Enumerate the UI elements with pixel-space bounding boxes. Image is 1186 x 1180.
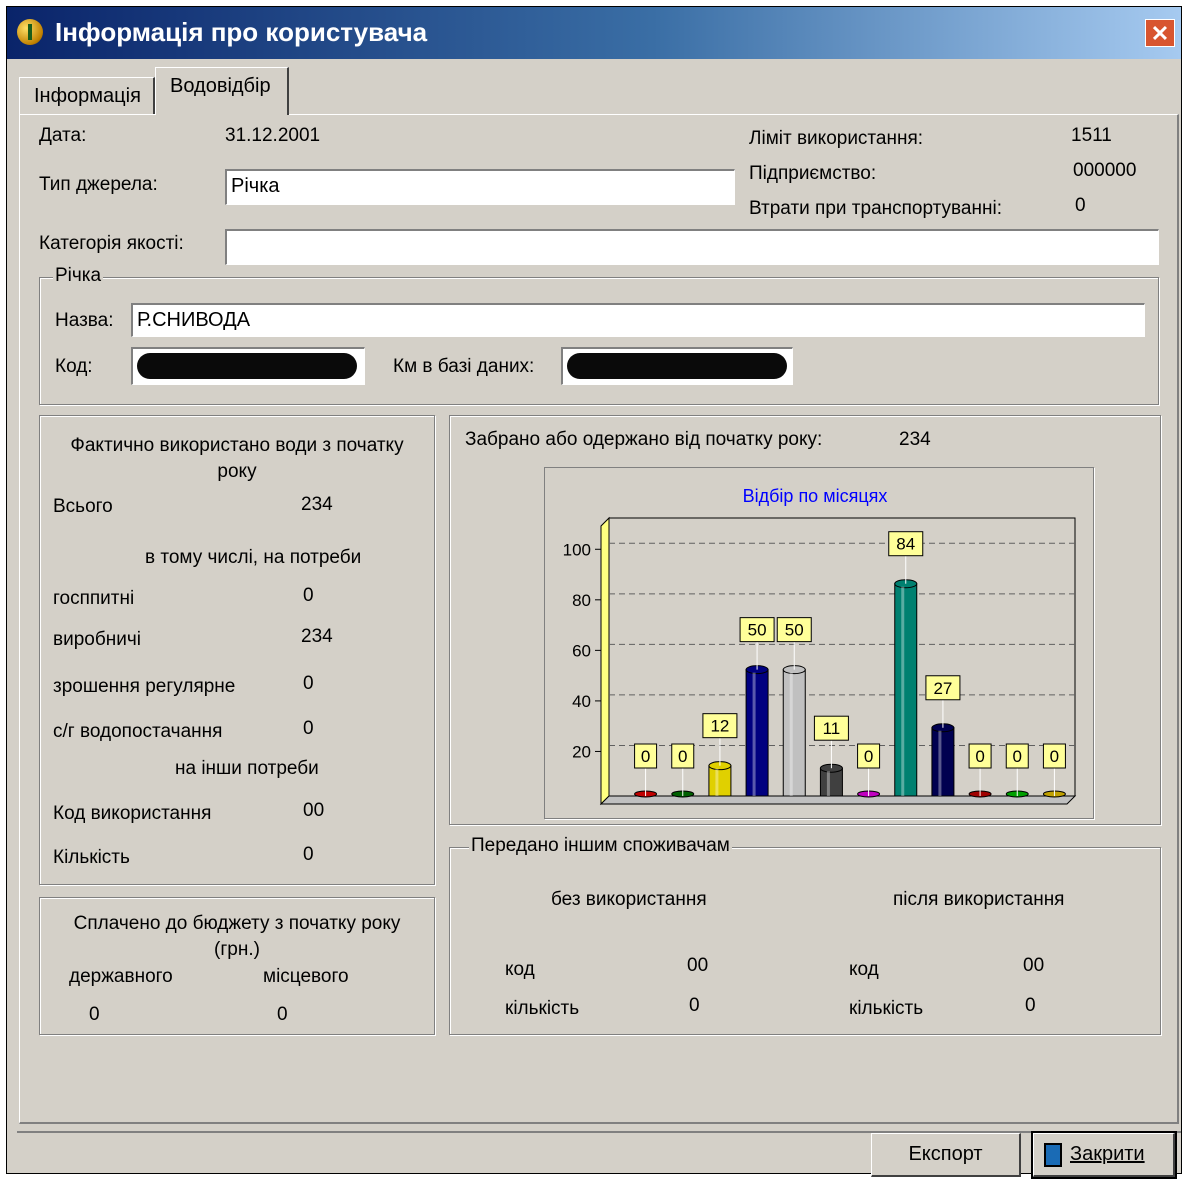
agri-value: 0 — [303, 718, 314, 739]
tab-water-intake[interactable]: Водовідбір — [155, 67, 289, 115]
close-button-label: Закрити — [1070, 1143, 1145, 1165]
enterprise-label: Підприємство: — [749, 163, 877, 184]
chart-title: Відбір по місяцях — [743, 486, 888, 506]
chart-data-label: 0 — [641, 747, 650, 766]
quantity-value: 0 — [303, 844, 314, 865]
door-icon — [1044, 1142, 1062, 1167]
chart-data-label: 12 — [710, 717, 729, 736]
river-group-title: Річка — [53, 265, 104, 287]
without-code-value: 00 — [687, 955, 709, 976]
losses-value: 0 — [1075, 195, 1086, 216]
river-code-field[interactable] — [131, 347, 365, 385]
household-label: госппитні — [53, 588, 135, 609]
chart-floor — [599, 795, 1077, 805]
after-code-label: код — [849, 959, 879, 980]
irrigation-label: зрошення регулярне — [53, 676, 236, 697]
redaction-mark — [137, 353, 357, 379]
chart-bar — [708, 765, 732, 797]
limit-label: Ліміт використання: — [749, 128, 924, 149]
chart-bar — [931, 727, 955, 797]
chart-y-tick-label: 60 — [572, 641, 591, 660]
source-type-label: Тип джерела: — [39, 174, 158, 195]
quality-field[interactable] — [225, 229, 1159, 265]
chart-svg: Відбір по місяцях 20 40 60 80 100 0 0 12 50 50 11 0… — [563, 486, 1077, 806]
household-value: 0 — [303, 585, 314, 606]
production-label: виробничі — [53, 629, 141, 650]
chart-data-label: 0 — [864, 747, 873, 766]
withdrawn-label: Забрано або одержано від початку року: — [465, 429, 823, 450]
withdrawn-value: 234 — [899, 429, 931, 450]
window-title: Інформація про користувача — [55, 17, 428, 47]
source-type-field[interactable]: Річка — [225, 169, 735, 205]
enterprise-value: 000000 — [1073, 160, 1137, 181]
dialog-window: Інформація про користувача ✕ Інформація … — [6, 6, 1182, 1179]
after-code-value: 00 — [1023, 955, 1045, 976]
chart-data-label: 0 — [975, 747, 984, 766]
chart-data-label: 11 — [823, 719, 841, 738]
without-qty-label: кількість — [505, 998, 580, 1019]
chart-data-label: 50 — [748, 621, 767, 640]
chart-y-tick-label: 20 — [572, 742, 591, 761]
production-value: 234 — [301, 626, 333, 647]
close-window-button[interactable]: ✕ — [1145, 19, 1175, 47]
local-budget-label: місцевого — [263, 966, 349, 987]
chart-data-label: 27 — [933, 679, 952, 698]
other-needs-label: на інши потреби — [175, 758, 319, 779]
losses-label: Втрати при транспортуванні: — [749, 198, 1002, 219]
after-qty-value: 0 — [1025, 995, 1036, 1016]
irrigation-value: 0 — [303, 673, 314, 694]
river-name-label: Назва: — [55, 310, 114, 331]
chart-data-label: 84 — [896, 535, 915, 554]
chart-data-label: 0 — [678, 747, 687, 766]
quantity-label: Кількість — [53, 847, 130, 868]
chart-data-label: 50 — [785, 621, 804, 640]
chart-bar — [745, 669, 769, 797]
monthly-chart: Відбір по місяцях 20 40 60 80 100 0 0 12 50 50 11 0… — [544, 467, 1094, 819]
after-use-label: після використання — [893, 889, 1065, 910]
chart-data-label: 0 — [1050, 747, 1059, 766]
chart-y-tick-label: 40 — [572, 692, 591, 711]
after-qty-label: кількість — [849, 998, 924, 1019]
state-budget-value: 0 — [89, 1004, 100, 1025]
transferred-group-title: Передано іншим споживачам — [469, 835, 732, 857]
chart-bar — [782, 669, 806, 797]
chart-bar — [894, 583, 918, 797]
close-button[interactable]: Закрити — [1031, 1131, 1177, 1179]
chart-left-wall — [600, 516, 610, 806]
river-group — [39, 277, 1159, 405]
total-value: 234 — [301, 494, 333, 515]
river-name-field[interactable]: Р.СНИВОДА — [131, 303, 1145, 337]
chart-y-tick-label: 100 — [563, 540, 591, 559]
river-km-label: Км в базі даних: — [393, 356, 535, 377]
including-label: в тому числі, на потреби — [145, 547, 362, 568]
without-qty-value: 0 — [689, 995, 700, 1016]
limit-value: 1511 — [1071, 125, 1112, 146]
date-label: Дата: — [39, 125, 87, 146]
river-km-field[interactable] — [561, 347, 793, 385]
usage-code-value: 00 — [303, 800, 325, 821]
total-label: Всього — [53, 496, 113, 517]
agri-label: с/г водопостачання — [53, 721, 223, 742]
quality-label: Категорія якості: — [39, 233, 184, 254]
local-budget-value: 0 — [277, 1004, 288, 1025]
actual-usage-title: Фактично використано води з початку року — [70, 435, 404, 482]
chart-data-label: 0 — [1013, 747, 1022, 766]
river-code-label: Код: — [55, 356, 93, 377]
without-use-label: без використання — [551, 889, 707, 910]
tab-information[interactable]: Інформація — [19, 77, 155, 115]
export-button[interactable]: Експорт — [871, 1133, 1021, 1177]
app-icon — [17, 19, 43, 45]
budget-title: Сплачено до бюджету з початку року (грн.… — [73, 913, 401, 960]
chart-y-tick-label: 80 — [572, 591, 591, 610]
usage-code-label: Код використання — [53, 803, 212, 824]
state-budget-label: державного — [69, 966, 173, 987]
redaction-mark — [567, 353, 787, 379]
without-code-label: код — [505, 959, 535, 980]
title-bar[interactable]: Інформація про користувача ✕ — [7, 7, 1181, 59]
date-value: 31.12.2001 — [225, 125, 321, 146]
